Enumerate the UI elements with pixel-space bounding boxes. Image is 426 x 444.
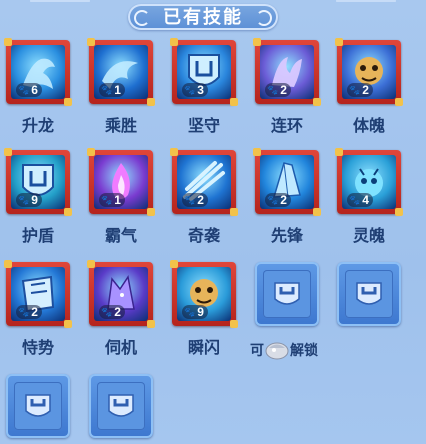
skill-level: 2 — [114, 305, 121, 319]
skill-name: 升龙 — [21, 118, 54, 135]
skill-slot[interactable]: 🐾 1 — [87, 38, 155, 106]
paw-icon: 🐾 — [101, 307, 113, 317]
locked-skill-slot[interactable] — [89, 374, 153, 438]
skill-level-badge: 🐾 2 — [265, 193, 291, 207]
locked-skill-slot[interactable] — [255, 262, 319, 326]
skill-level: 2 — [280, 193, 287, 207]
skill-slot[interactable]: 🐾 2 — [253, 38, 321, 106]
skill-level: 2 — [31, 305, 38, 319]
skill-stone-icon — [265, 342, 289, 360]
skill-level-badge: 🐾 9 — [182, 305, 208, 319]
paw-icon: 🐾 — [184, 85, 196, 95]
skill-level: 9 — [197, 305, 204, 319]
skill-name: 恃势 — [21, 340, 54, 357]
unlock-hint-suffix: 解锁 — [290, 342, 318, 358]
skill-slot[interactable]: 🐾 9 — [170, 260, 238, 328]
skill-level-badge: 🐾 6 — [16, 83, 42, 97]
skill-name: 乘胜 — [104, 118, 137, 135]
skill-level-badge: 🐾 3 — [182, 83, 208, 97]
skill-name: 霸气 — [104, 228, 137, 245]
skill-level: 4 — [362, 193, 369, 207]
lock-icon — [25, 394, 51, 417]
swirl-icon — [134, 10, 150, 26]
section-title: 已有技能 — [128, 4, 278, 30]
skill-name: 瞬闪 — [187, 340, 220, 357]
paw-icon: 🐾 — [184, 195, 196, 205]
lock-icon — [356, 282, 382, 305]
skill-level-badge: 🐾 9 — [16, 193, 42, 207]
locked-skill-slot[interactable] — [6, 374, 70, 438]
skill-level-badge: 🐾 2 — [99, 305, 125, 319]
skill-slot[interactable]: 🐾 2 — [335, 38, 403, 106]
paw-icon: 🐾 — [267, 195, 279, 205]
skill-slot[interactable]: 🐾 6 — [4, 38, 72, 106]
skill-name: 护盾 — [21, 228, 54, 245]
skill-name: 伺机 — [104, 340, 137, 357]
skill-level-badge: 🐾 2 — [182, 193, 208, 207]
skill-level-badge: 🐾 4 — [347, 193, 373, 207]
skill-level-badge: 🐾 2 — [265, 83, 291, 97]
top-decoration-left — [30, 0, 90, 10]
skill-level: 2 — [197, 193, 204, 207]
paw-icon: 🐾 — [349, 85, 361, 95]
paw-icon: 🐾 — [101, 85, 113, 95]
skill-slot[interactable]: 🐾 9 — [4, 148, 72, 216]
skill-level-badge: 🐾 1 — [99, 193, 125, 207]
skill-slot[interactable]: 🐾 2 — [253, 148, 321, 216]
skill-slot[interactable]: 🐾 4 — [335, 148, 403, 216]
lock-icon — [108, 394, 134, 417]
skill-name: 连环 — [270, 118, 303, 135]
skill-level: 3 — [197, 83, 204, 97]
skill-level: 1 — [114, 83, 121, 97]
paw-icon: 🐾 — [18, 307, 30, 317]
skill-level: 2 — [362, 83, 369, 97]
skill-name: 灵魄 — [352, 228, 385, 245]
skill-level-badge: 🐾 1 — [99, 83, 125, 97]
locked-skill-slot[interactable] — [337, 262, 401, 326]
skill-slot[interactable]: 🐾 2 — [170, 148, 238, 216]
skill-name: 先锋 — [270, 228, 303, 245]
swirl-icon — [256, 10, 272, 26]
section-title-text: 已有技能 — [163, 7, 243, 27]
unlock-hint: 可 解锁 — [250, 339, 318, 361]
skill-slot[interactable]: 🐾 1 — [87, 148, 155, 216]
skill-level: 1 — [114, 193, 121, 207]
skill-name: 坚守 — [187, 118, 220, 135]
skill-level: 2 — [280, 83, 287, 97]
paw-icon: 🐾 — [184, 307, 196, 317]
skill-slot[interactable]: 🐾 2 — [4, 260, 72, 328]
paw-icon: 🐾 — [349, 195, 361, 205]
skill-name: 体魄 — [352, 118, 385, 135]
top-decoration-right — [336, 0, 396, 10]
skill-slot[interactable]: 🐾 3 — [170, 38, 238, 106]
paw-icon: 🐾 — [18, 85, 30, 95]
unlock-hint-prefix: 可 — [250, 342, 264, 358]
skill-name: 奇袭 — [187, 228, 220, 245]
skill-slot[interactable]: 🐾 2 — [87, 260, 155, 328]
lock-icon — [274, 282, 300, 305]
paw-icon: 🐾 — [101, 195, 113, 205]
skill-level: 6 — [31, 83, 38, 97]
paw-icon: 🐾 — [267, 85, 279, 95]
paw-icon: 🐾 — [18, 195, 30, 205]
skill-level: 9 — [31, 193, 38, 207]
skill-level-badge: 🐾 2 — [16, 305, 42, 319]
skill-level-badge: 🐾 2 — [347, 83, 373, 97]
